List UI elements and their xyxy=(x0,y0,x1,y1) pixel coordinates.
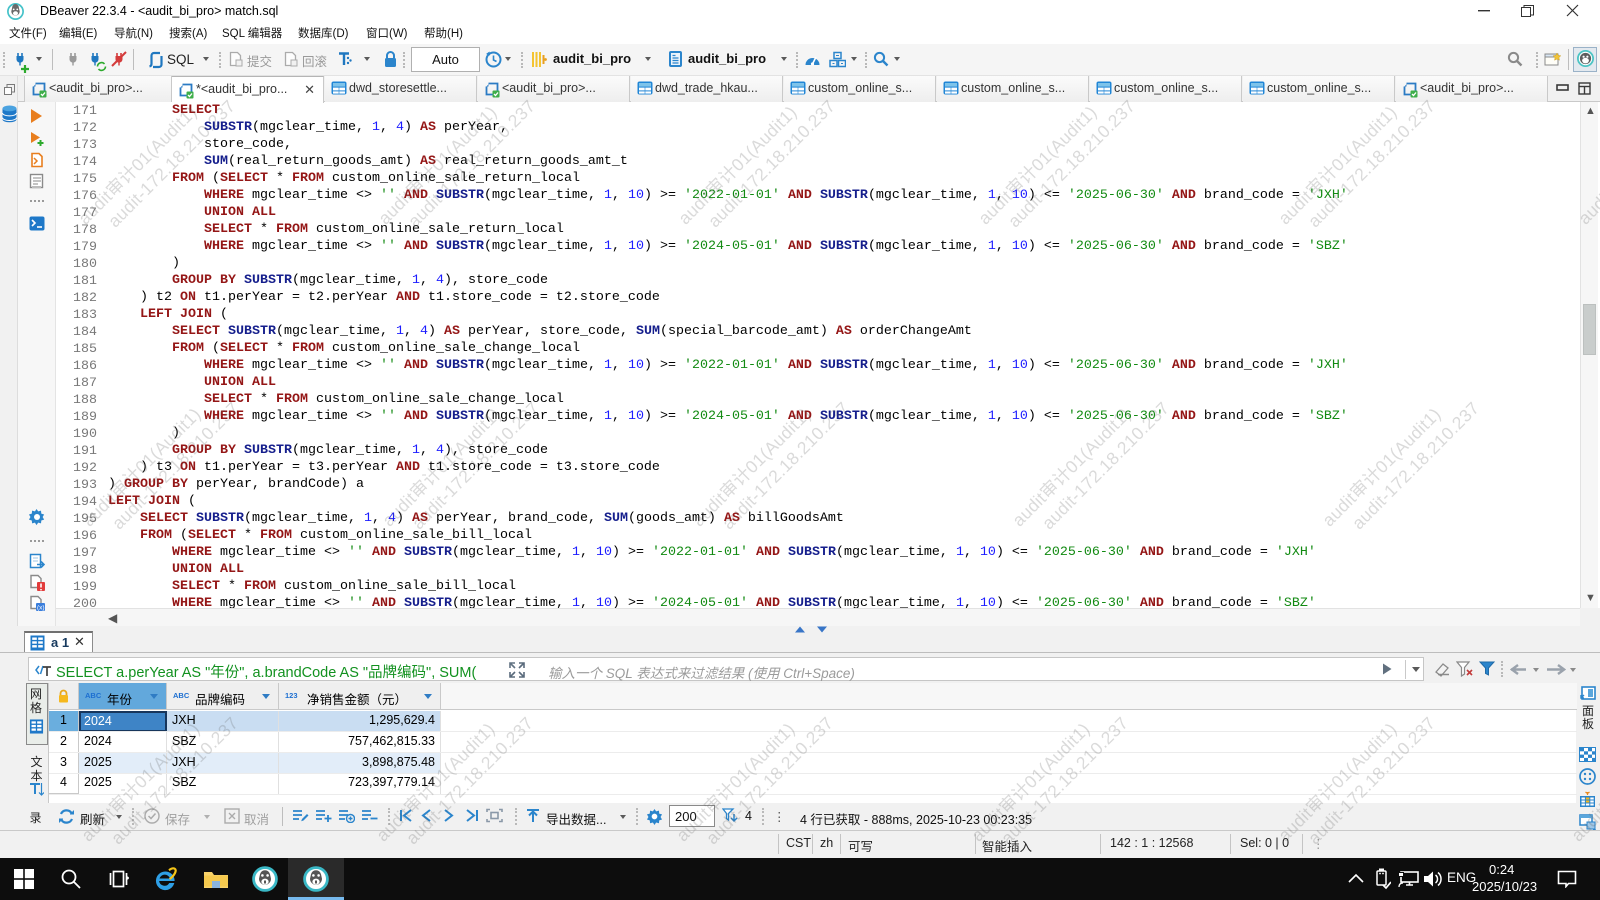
svg-text:(x): (x) xyxy=(37,605,45,612)
